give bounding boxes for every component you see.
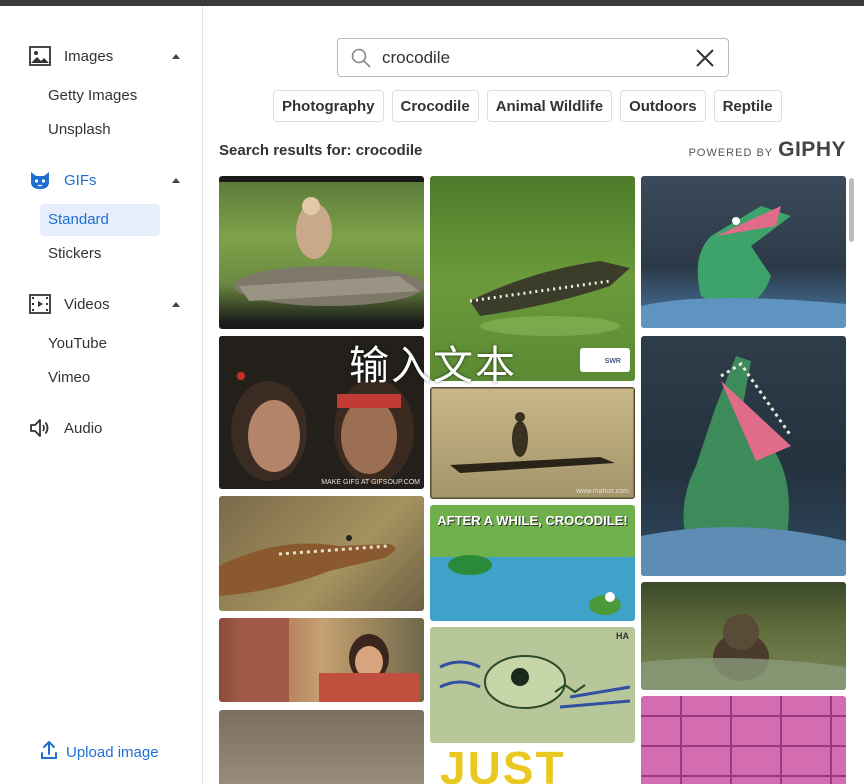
results-label: Search results for: crocodile	[219, 142, 423, 159]
chip-animal-wildlife[interactable]: Animal Wildlife	[486, 90, 613, 122]
powered-by-text: POWERED BY	[688, 147, 774, 159]
sidebar-section-images[interactable]: Images	[28, 42, 180, 70]
sidebar-section-gifs[interactable]: GIFs	[28, 166, 180, 194]
gif-result[interactable]	[641, 582, 846, 690]
sidebar-section-videos[interactable]: Videos	[28, 290, 180, 318]
gif-result[interactable]: HA	[430, 627, 635, 743]
cat-face-icon	[28, 168, 52, 192]
sidebar-item-vimeo[interactable]: Vimeo	[40, 362, 160, 394]
gif-caption: JUST	[440, 749, 566, 784]
sidebar-item-getty-images[interactable]: Getty Images	[40, 80, 160, 112]
gif-thumbnail	[430, 387, 635, 499]
sidebar-section-label: Videos	[64, 295, 110, 313]
caret-up-icon	[172, 177, 180, 183]
gif-thumbnail	[234, 197, 424, 306]
gif-result[interactable]	[219, 710, 424, 784]
gif-result[interactable]: www.mahus.com	[430, 387, 635, 499]
sidebar-section-label: Audio	[64, 419, 103, 437]
gif-thumbnail	[641, 206, 846, 328]
search-input[interactable]	[382, 47, 682, 68]
search-icon	[350, 47, 372, 69]
watermark: SWR	[604, 358, 621, 365]
gif-result[interactable]	[641, 696, 846, 784]
gif-result[interactable]	[641, 176, 846, 328]
sidebar-section-audio[interactable]: Audio	[28, 414, 180, 442]
film-icon	[28, 292, 52, 316]
gif-result[interactable]	[219, 496, 424, 611]
gif-result[interactable]: AFTER A WHILE, CROCODILE!	[430, 505, 635, 621]
sidebar-item-stickers[interactable]: Stickers	[40, 238, 160, 270]
sidebar: Images Getty Images Unsplash GIFs Standa…	[0, 6, 203, 784]
gif-caption: HA	[616, 631, 629, 641]
watermark: MAKE GIFS AT GIFSOUP.COM	[321, 479, 420, 486]
overlay-text: 输入文本	[349, 343, 517, 389]
gif-result[interactable]: JUST	[430, 749, 635, 784]
chip-outdoors[interactable]: Outdoors	[620, 90, 706, 122]
upload-image-label: Upload image	[66, 744, 159, 761]
gif-thumbnail	[219, 535, 396, 596]
sidebar-item-standard[interactable]: Standard	[40, 204, 160, 236]
image-icon	[28, 44, 52, 68]
sidebar-item-youtube[interactable]: YouTube	[40, 328, 160, 360]
caret-up-icon	[172, 53, 180, 59]
gif-result[interactable]	[641, 336, 846, 576]
gif-search-panel: Photography Crocodile Animal Wildlife Ou…	[203, 6, 864, 784]
results-scrollbar[interactable]	[849, 178, 854, 242]
search-box	[337, 38, 729, 77]
sidebar-section-label: Images	[64, 47, 114, 65]
caret-up-icon	[172, 301, 180, 307]
suggestion-chips: Photography Crocodile Animal Wildlife Ou…	[273, 90, 782, 122]
upload-image-button[interactable]: Upload image	[40, 740, 159, 765]
speaker-icon	[28, 416, 52, 440]
upload-icon	[40, 740, 58, 765]
media-picker-modal: Images Getty Images Unsplash GIFs Standa…	[0, 6, 864, 784]
powered-by-giphy: POWERED BY GIPHY	[689, 138, 846, 162]
clear-search-icon[interactable]	[694, 47, 716, 69]
sidebar-section-label: GIFs	[64, 171, 97, 189]
chip-reptile[interactable]: Reptile	[713, 90, 782, 122]
gif-caption: AFTER A WHILE, CROCODILE!	[437, 513, 628, 528]
watermark: www.mahus.com	[576, 488, 629, 495]
gif-thumbnail	[641, 614, 846, 690]
chip-photography[interactable]: Photography	[273, 90, 384, 122]
gif-thumbnail	[439, 655, 631, 709]
gif-result[interactable]	[219, 618, 424, 702]
chip-crocodile[interactable]: Crocodile	[391, 90, 479, 122]
gif-result[interactable]	[219, 176, 424, 329]
gif-thumbnail	[641, 356, 846, 576]
gif-thumbnail	[239, 618, 419, 702]
giphy-logo: GIPHY	[778, 138, 846, 161]
gif-thumbnail	[641, 696, 846, 784]
sidebar-item-unsplash[interactable]: Unsplash	[40, 114, 160, 146]
